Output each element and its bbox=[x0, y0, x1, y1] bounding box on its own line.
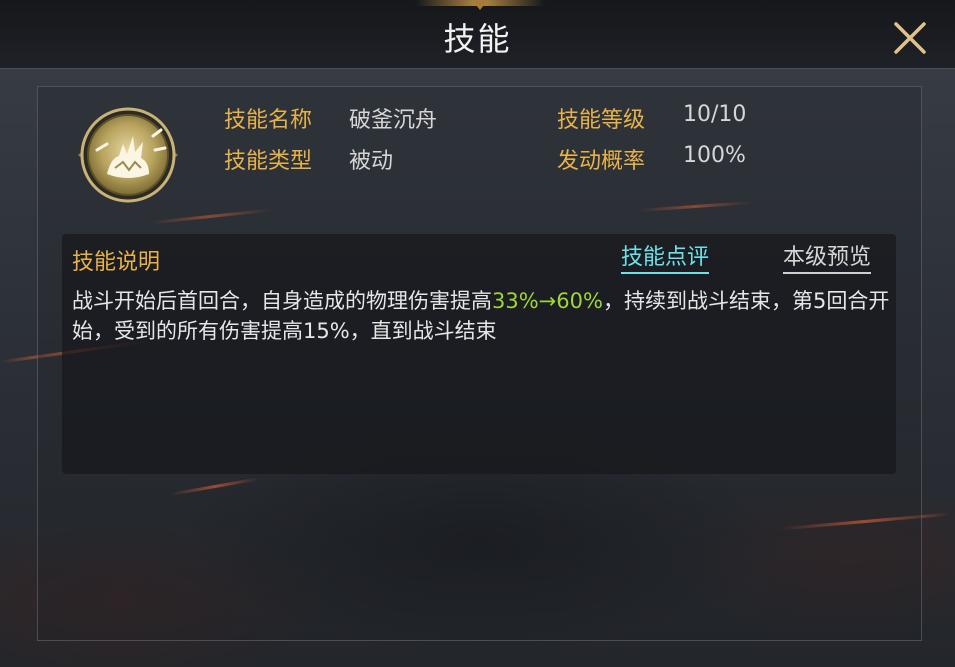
title-ornament-tip bbox=[472, 0, 488, 10]
skill-type-value: 被动 bbox=[349, 149, 394, 174]
close-button[interactable] bbox=[888, 16, 932, 60]
skill-level-value: 10/10 bbox=[683, 102, 747, 127]
skill-name-value: 破釜沉舟 bbox=[349, 108, 438, 133]
tab-skill-review[interactable]: 技能点评 bbox=[621, 244, 710, 274]
damage-bonus-highlight: 33%→60% bbox=[492, 289, 603, 313]
window-title: 技能 bbox=[443, 20, 512, 58]
description-text-part1: 战斗开始后首回合，自身造成的物理伤害提高 bbox=[72, 289, 492, 313]
skill-name-label: 技能名称 bbox=[224, 108, 313, 133]
skill-icon bbox=[77, 106, 179, 204]
tab-level-preview[interactable]: 本级预览 bbox=[783, 244, 872, 274]
description-heading: 技能说明 bbox=[72, 250, 161, 275]
trigger-chance-label: 发动概率 bbox=[557, 149, 646, 174]
trigger-chance-value: 100% bbox=[683, 143, 746, 168]
description-text: 战斗开始后首回合，自身造成的物理伤害提高33%→60%，持续到战斗结束，第5回合… bbox=[72, 286, 892, 346]
skill-type-label: 技能类型 bbox=[224, 149, 313, 174]
title-bar: 技能 bbox=[0, 0, 955, 69]
close-icon bbox=[894, 22, 926, 54]
skill-level-label: 技能等级 bbox=[557, 108, 646, 133]
description-box bbox=[62, 234, 896, 474]
